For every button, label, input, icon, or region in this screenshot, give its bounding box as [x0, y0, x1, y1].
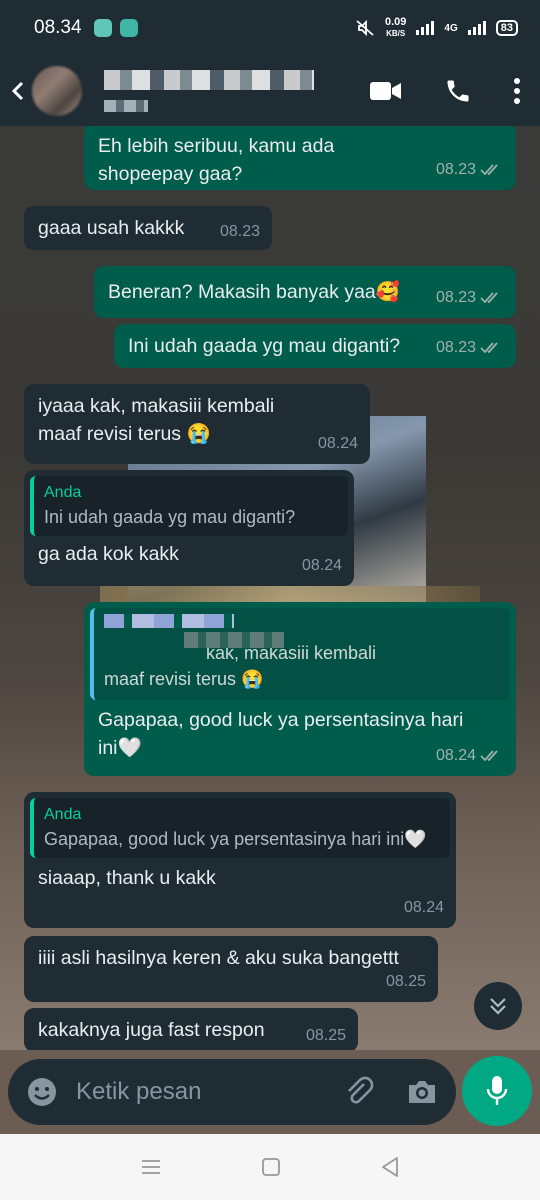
- battery-level: 83: [495, 20, 518, 36]
- quoted-message[interactable]: Anda Ini udah gaada yg mau diganti?: [30, 476, 348, 536]
- quoted-message[interactable]: kak, makasiii kembali maaf revisi terus …: [90, 608, 510, 700]
- message-time: 08.24: [403, 899, 444, 916]
- quote-author: Anda: [44, 806, 82, 823]
- more-options-icon[interactable]: [514, 78, 520, 104]
- message-input-placeholder[interactable]: Ketik pesan: [76, 1078, 342, 1106]
- message-outgoing-reply[interactable]: kak, makasiii kembali maaf revisi terus …: [84, 602, 516, 776]
- message-time: 08.23: [435, 161, 476, 178]
- voice-record-button[interactable]: [462, 1056, 532, 1126]
- message-incoming[interactable]: gaaa usah kakkk 08.23: [24, 206, 272, 250]
- message-input-field[interactable]: Ketik pesan: [8, 1059, 456, 1125]
- quote-text-line-1: kak, makasiii kembali: [206, 643, 377, 663]
- chat-header: [0, 56, 540, 126]
- double-check-icon: [480, 292, 498, 304]
- system-navigation-bar: [0, 1134, 540, 1200]
- message-incoming[interactable]: iiii asli hasilnya keren & aku suka bang…: [24, 936, 438, 1002]
- message-text: Gapapaa, good luck ya persentasinya hari…: [98, 709, 464, 759]
- message-text: iiii asli hasilnya keren & aku suka bang…: [38, 947, 399, 969]
- network-speed-unit: KB/S: [386, 29, 406, 38]
- message-time: 08.25: [305, 1027, 346, 1044]
- message-outgoing[interactable]: Eh lebih seribuu, kamu ada shopeepay gaa…: [84, 126, 516, 190]
- signal-icon: [416, 21, 435, 35]
- app-notification-icon-2: [119, 19, 138, 37]
- attachment-icon[interactable]: [342, 1075, 376, 1109]
- message-composer: Ketik pesan: [0, 1050, 540, 1134]
- status-bar: 08.34 0.09 KB/S 4G 83: [0, 0, 540, 56]
- phone-icon[interactable]: [444, 77, 472, 105]
- message-incoming[interactable]: iyaaa kak, makasiii kembali maaf revisi …: [24, 384, 370, 464]
- message-incoming-reply[interactable]: Anda Ini udah gaada yg mau diganti? ga a…: [24, 470, 354, 586]
- double-check-icon: [480, 342, 498, 354]
- status-time: 08.34: [34, 17, 82, 38]
- contact-status-blurred: [104, 100, 148, 112]
- network-speed-value: 0.09: [384, 16, 407, 28]
- camera-icon[interactable]: [406, 1078, 438, 1106]
- double-check-icon: [480, 164, 498, 176]
- home-icon[interactable]: [261, 1157, 281, 1177]
- message-incoming-reply[interactable]: Anda Gapapaa, good luck ya persentasinya…: [24, 792, 456, 928]
- message-outgoing[interactable]: Ini udah gaada yg mau diganti? 08.23: [114, 324, 516, 368]
- quote-text: Gapapaa, good luck ya persentasinya hari…: [44, 829, 427, 849]
- quote-line-blurred: [184, 632, 284, 648]
- message-time: 08.25: [385, 973, 426, 990]
- message-time: 08.24: [435, 747, 476, 764]
- message-time: 08.23: [435, 289, 476, 306]
- message-time: 08.24: [317, 435, 358, 452]
- emoji-icon[interactable]: [26, 1076, 58, 1108]
- back-icon[interactable]: [380, 1156, 400, 1178]
- status-indicators: 0.09 KB/S 4G 83: [355, 17, 518, 39]
- mute-icon: [356, 19, 374, 37]
- video-call-icon[interactable]: [370, 80, 402, 102]
- microphone-icon: [486, 1076, 508, 1105]
- message-outgoing[interactable]: Beneran? Makasih banyak yaa🥰 08.23: [94, 266, 516, 318]
- double-check-icon: [480, 750, 498, 762]
- contact-avatar[interactable]: [32, 66, 82, 116]
- quote-author: Anda: [44, 484, 82, 501]
- message-time: 08.23: [219, 223, 260, 240]
- quoted-message[interactable]: Anda Gapapaa, good luck ya persentasinya…: [30, 798, 450, 858]
- quote-text-line-2: maaf revisi terus 😭: [104, 669, 264, 689]
- network-speed: 0.09 KB/S: [385, 17, 406, 39]
- network-type: 4G: [444, 22, 458, 34]
- message-incoming[interactable]: kakaknya juga fast respon 08.25: [24, 1008, 358, 1050]
- contact-name-blurred: [104, 70, 314, 90]
- scroll-to-bottom-button[interactable]: [474, 982, 522, 1030]
- message-time: 08.24: [301, 557, 342, 574]
- message-text: siaaap, thank u kakk: [38, 867, 216, 889]
- back-arrow-icon[interactable]: [10, 80, 26, 102]
- recent-apps-icon[interactable]: [140, 1158, 162, 1176]
- signal-icon-2: [467, 21, 486, 35]
- quote-text: Ini udah gaada yg mau diganti?: [44, 507, 296, 527]
- chat-area[interactable]: Eh lebih seribuu, kamu ada shopeepay gaa…: [0, 126, 540, 1050]
- contact-info[interactable]: [104, 70, 314, 112]
- app-notification-icon: [93, 19, 112, 37]
- double-chevron-down-icon: [490, 998, 506, 1015]
- quote-author-blurred: [104, 614, 234, 628]
- message-time: 08.23: [435, 339, 476, 356]
- message-text: Eh lebih seribuu, kamu ada shopeepay gaa…: [98, 135, 335, 185]
